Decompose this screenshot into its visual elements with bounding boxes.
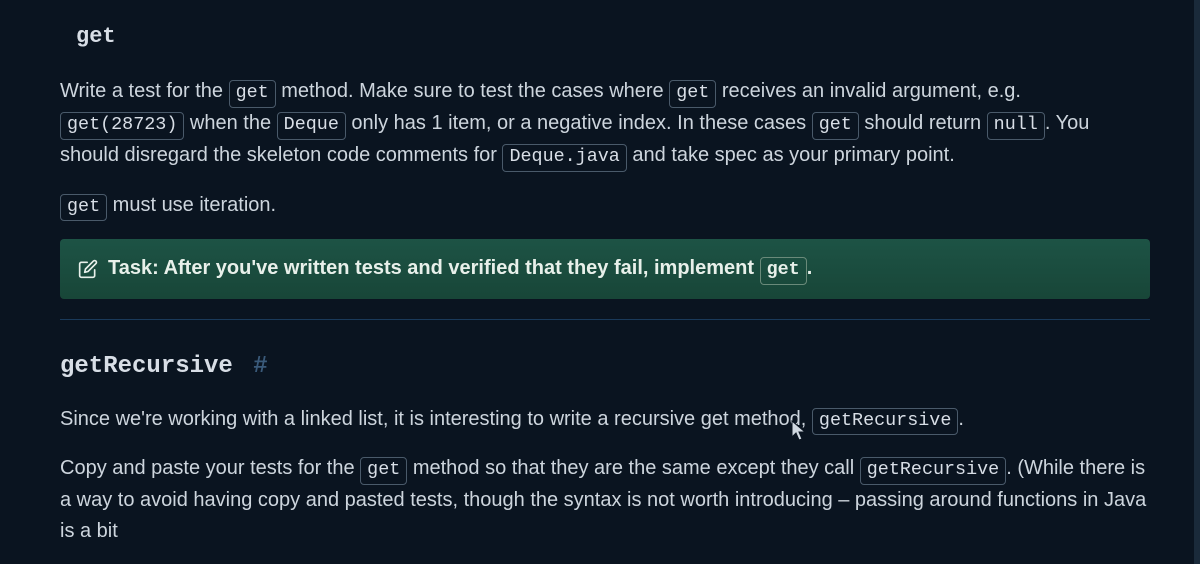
- code-inline: Deque.java: [502, 144, 626, 172]
- section-title-get: get: [76, 20, 1150, 54]
- doc-content: get Write a test for the get method. Mak…: [60, 20, 1150, 547]
- text: .: [958, 408, 964, 430]
- paragraph: get must use iteration.: [60, 190, 1150, 222]
- text: when the: [184, 112, 276, 134]
- text: must use iteration.: [107, 194, 276, 216]
- paragraph: Since we're working with a linked list, …: [60, 404, 1150, 436]
- text: should return: [859, 112, 987, 134]
- code-inline: Deque: [277, 112, 346, 140]
- code-inline: getRecursive: [860, 457, 1006, 485]
- code-inline: get: [812, 112, 859, 140]
- text: method. Make sure to test the cases wher…: [276, 80, 670, 102]
- text: Write a test for the: [60, 80, 229, 102]
- text: method so that they are the same except …: [407, 457, 859, 479]
- task-callout: Task: After you've written tests and ver…: [60, 239, 1150, 299]
- text: Copy and paste your tests for the: [60, 457, 360, 479]
- section-divider: [60, 319, 1150, 320]
- anchor-link[interactable]: #: [253, 353, 267, 380]
- text: receives an invalid argument, e.g.: [716, 80, 1021, 102]
- text: Task: After you've written tests and ver…: [108, 257, 760, 279]
- edit-icon: [78, 259, 98, 279]
- code-inline: getRecursive: [812, 408, 958, 436]
- heading-text: getRecursive: [60, 353, 233, 380]
- text: .: [807, 257, 813, 279]
- code-inline: null: [987, 112, 1045, 140]
- section-title-getrecursive: getRecursive #: [60, 348, 1150, 385]
- paragraph: Copy and paste your tests for the get me…: [60, 453, 1150, 547]
- text: only has 1 item, or a negative index. In…: [346, 112, 812, 134]
- scrollbar-track[interactable]: [1194, 0, 1200, 564]
- code-inline: get: [669, 80, 716, 108]
- code-inline: get(28723): [60, 112, 184, 140]
- paragraph: Write a test for the get method. Make su…: [60, 76, 1150, 172]
- task-text: Task: After you've written tests and ver…: [108, 253, 812, 285]
- text: and take spec as your primary point.: [627, 144, 955, 166]
- code-inline: get: [360, 457, 407, 485]
- code-inline: get: [229, 80, 276, 108]
- code-inline: get: [760, 257, 807, 285]
- code-inline: get: [60, 194, 107, 222]
- text: Since we're working with a linked list, …: [60, 408, 812, 430]
